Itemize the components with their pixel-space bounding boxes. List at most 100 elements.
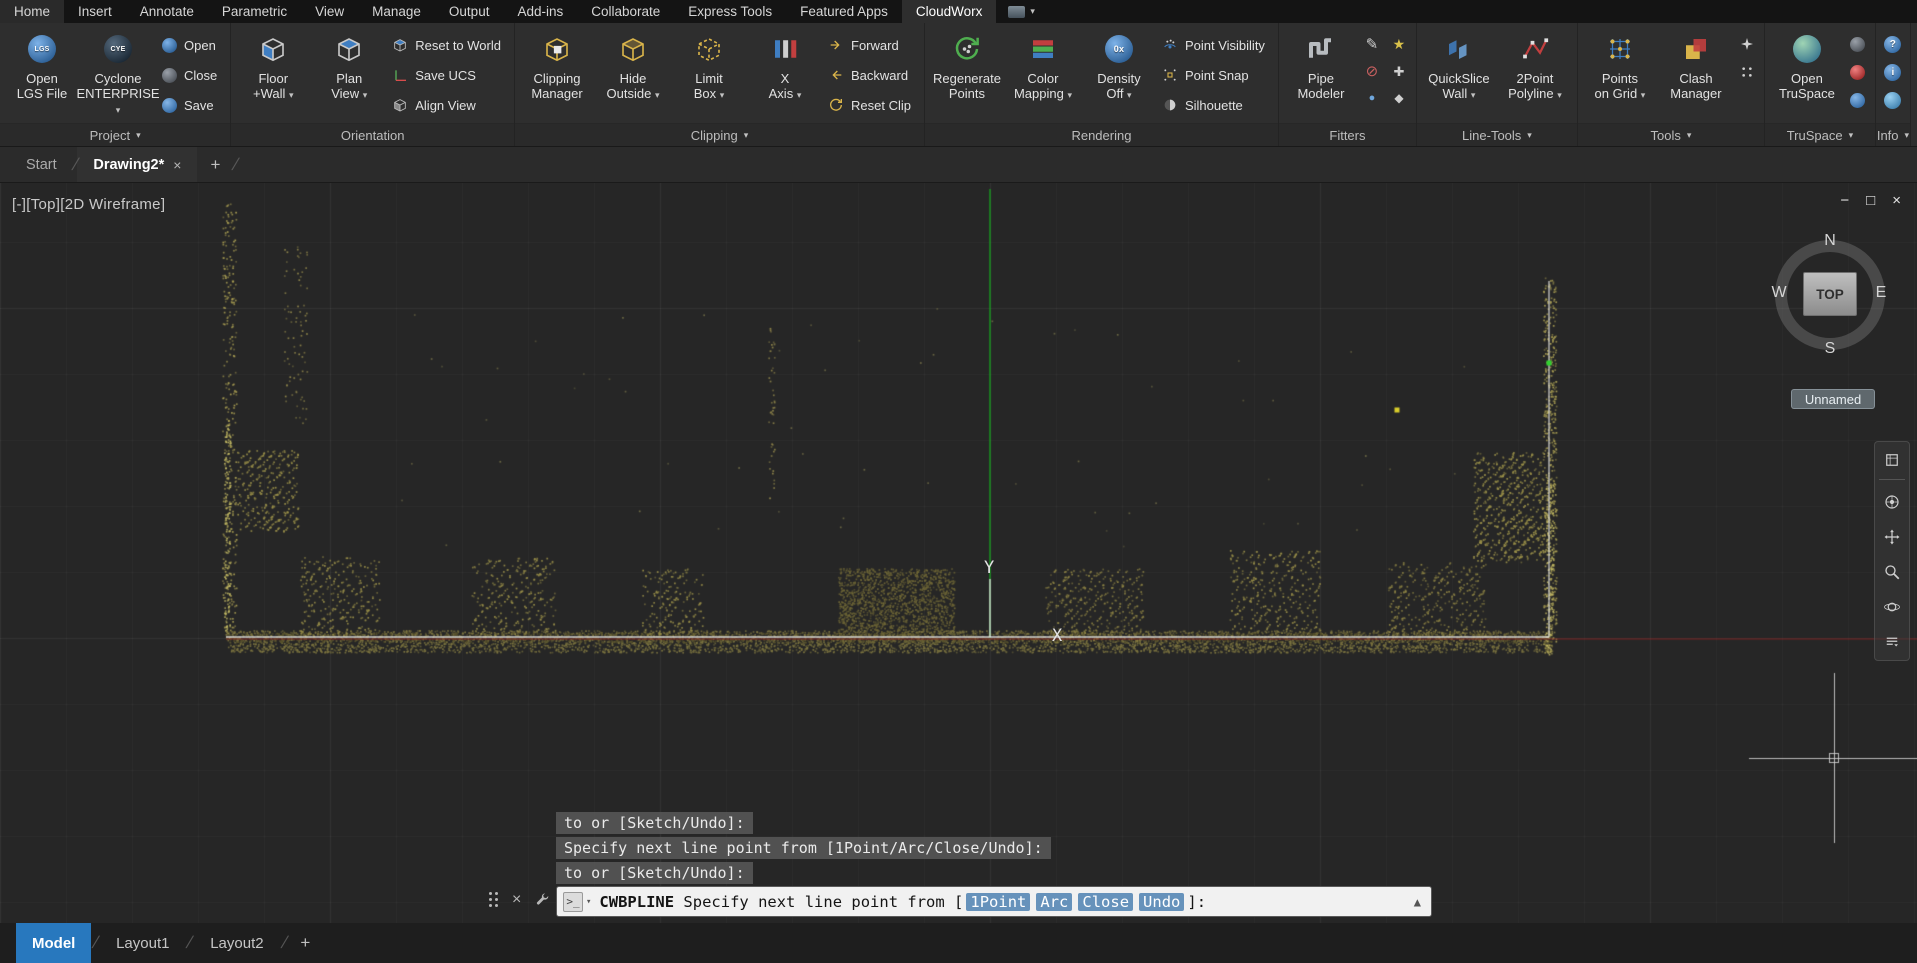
layout-tab-layout2[interactable]: Layout2	[194, 923, 279, 963]
fitter-add-button[interactable]: ✚	[1387, 59, 1411, 83]
command-option-1point[interactable]: 1Point	[966, 893, 1030, 911]
chevron-down-icon: ▾	[655, 90, 660, 100]
menu-manage[interactable]: Manage	[358, 0, 435, 23]
fitter-point-button[interactable]: ●	[1360, 86, 1384, 110]
fitter-star-button[interactable]: ★	[1387, 32, 1411, 56]
command-grip-handle[interactable]	[489, 892, 499, 908]
limit-box-button[interactable]: LimitBox ▾	[672, 27, 746, 105]
viewcube-top-face[interactable]: TOP	[1803, 272, 1857, 316]
close-button[interactable]: Close	[157, 60, 225, 90]
reset-to-world-button[interactable]: Reset to World	[388, 30, 509, 60]
command-customize-icon[interactable]	[534, 892, 550, 908]
menu-cloudworx[interactable]: CloudWorx	[902, 0, 997, 23]
compass-west[interactable]: W	[1769, 284, 1789, 302]
compass-south[interactable]: S	[1820, 340, 1840, 358]
layout-tab-model[interactable]: Model	[16, 923, 91, 963]
point-snap-button[interactable]: Point Snap	[1158, 60, 1273, 90]
cyclone-enterprise-button[interactable]: CYECycloneENTERPRISE ▾	[81, 27, 155, 120]
nav-steering-wheel[interactable]	[1879, 489, 1905, 515]
nav-zoom[interactable]	[1879, 559, 1905, 585]
panel-title-tools[interactable]: Tools▾	[1578, 123, 1764, 146]
command-close-icon[interactable]: ×	[512, 891, 521, 909]
viewport-controls[interactable]: [-][Top][2D Wireframe]	[12, 196, 165, 213]
align-view-button[interactable]: Align View	[388, 90, 509, 120]
panel-title-rendering[interactable]: Rendering	[925, 123, 1278, 146]
compass-east[interactable]: E	[1871, 284, 1891, 302]
open-button[interactable]: Open	[157, 30, 225, 60]
menu-output[interactable]: Output	[435, 0, 504, 23]
open-truspace-button[interactable]: OpenTruSpace	[1770, 27, 1844, 103]
clipping-manager-button[interactable]: ClippingManager	[520, 27, 594, 103]
panel-title-truspace[interactable]: TruSpace▾	[1765, 123, 1875, 146]
panel-title-info[interactable]: Info▾	[1876, 123, 1910, 146]
panel-title-clipping[interactable]: Clipping▾	[515, 123, 924, 146]
reset-clip-button[interactable]: Reset Clip	[824, 90, 919, 120]
nav-more[interactable]	[1879, 629, 1905, 655]
points-on-grid-button[interactable]: Pointson Grid ▾	[1583, 27, 1657, 105]
compass-north[interactable]: N	[1820, 232, 1840, 250]
viewport-minimize-icon[interactable]: −	[1840, 192, 1849, 209]
save-button[interactable]: Save	[157, 90, 225, 120]
backward-button[interactable]: Backward	[824, 60, 919, 90]
drawing-tab-drawing2[interactable]: Drawing2*×	[77, 147, 197, 182]
drawing-tab-start[interactable]: Start	[10, 147, 73, 182]
save-ucs-button[interactable]: Save UCS	[388, 60, 509, 90]
fitter-disable-button[interactable]: ⊘	[1360, 59, 1384, 83]
menu-view[interactable]: View	[301, 0, 358, 23]
menu-featured-apps[interactable]: Featured Apps	[786, 0, 902, 23]
workspace-switcher[interactable]: ▾	[996, 0, 1047, 23]
panel-title-project[interactable]: Project▾	[0, 123, 230, 146]
pipe-modeler-button[interactable]: PipeModeler	[1284, 27, 1358, 103]
regenerate-points-button[interactable]: RegeneratePoints	[930, 27, 1004, 103]
new-layout-button[interactable]: +	[288, 923, 322, 963]
menu-parametric[interactable]: Parametric	[208, 0, 301, 23]
menu-express-tools[interactable]: Express Tools	[674, 0, 786, 23]
tool-sections-button[interactable]	[1735, 60, 1759, 84]
menu-home[interactable]: Home	[0, 0, 64, 23]
menu-annotate[interactable]: Annotate	[126, 0, 208, 23]
color-mapping-button[interactable]: ColorMapping ▾	[1006, 27, 1080, 105]
fitter-sketch-button[interactable]: ✎	[1360, 32, 1384, 56]
menu-add-ins[interactable]: Add-ins	[503, 0, 577, 23]
menu-insert[interactable]: Insert	[64, 0, 126, 23]
plan-view-button[interactable]: PlanView ▾	[312, 27, 386, 105]
command-option-arc[interactable]: Arc	[1036, 893, 1072, 911]
panel-title-orientation[interactable]: Orientation	[231, 123, 514, 146]
command-expand-icon[interactable]: ▲	[1414, 895, 1421, 909]
density-off-button[interactable]: 0xDensityOff ▾	[1082, 27, 1156, 105]
viewport-close-icon[interactable]: ×	[1892, 192, 1901, 209]
silhouette-button[interactable]: Silhouette	[1158, 90, 1273, 120]
panel-title-fitters[interactable]: Fitters	[1279, 123, 1416, 146]
hide-outside-button[interactable]: HideOutside ▾	[596, 27, 670, 105]
x-axis-button[interactable]: XAxis ▾	[748, 27, 822, 105]
panel-title-line-tools[interactable]: Line-Tools▾	[1417, 123, 1577, 146]
layout-tab-layout1[interactable]: Layout1	[100, 923, 185, 963]
forward-button[interactable]: Forward	[824, 30, 919, 60]
point-visibility-button[interactable]: Point Visibility	[1158, 30, 1273, 60]
help-button[interactable]: ?	[1881, 32, 1905, 56]
2point-polyline-button[interactable]: 2PointPolyline ▾	[1498, 27, 1572, 105]
fitter-diamond-button[interactable]: ◆	[1387, 86, 1411, 110]
chevron-down-icon: ▾	[1030, 6, 1035, 17]
viewport-restore-icon[interactable]: □	[1866, 192, 1875, 209]
quickslice-wall-button[interactable]: QuickSliceWall ▾	[1422, 27, 1496, 105]
truspace-pano-button[interactable]	[1846, 32, 1870, 56]
chevron-down-icon: ▾	[363, 90, 368, 100]
nav-viewcube[interactable]	[1879, 447, 1905, 480]
website-button[interactable]	[1881, 88, 1905, 112]
open-lgs-file-button[interactable]: LGSOpenLGS File	[5, 27, 79, 103]
floor-wall-button[interactable]: Floor+Wall ▾	[236, 27, 310, 105]
nav-orbit[interactable]	[1879, 594, 1905, 620]
close-tab-icon[interactable]: ×	[173, 157, 181, 173]
tool-extract-button[interactable]	[1735, 32, 1759, 56]
about-button[interactable]: i	[1881, 60, 1905, 84]
command-line[interactable]: >_▾ CWBPLINE Specify next line point fro…	[556, 886, 1432, 917]
nav-pan[interactable]	[1879, 524, 1905, 550]
command-option-close[interactable]: Close	[1078, 893, 1133, 911]
menu-collaborate[interactable]: Collaborate	[577, 0, 674, 23]
truspace-record-button[interactable]	[1846, 60, 1870, 84]
command-prompt-menu[interactable]: >_▾	[563, 892, 591, 912]
truspace-locate-button[interactable]	[1846, 88, 1870, 112]
command-option-undo[interactable]: Undo	[1139, 893, 1184, 911]
clash-manager-button[interactable]: ClashManager	[1659, 27, 1733, 103]
